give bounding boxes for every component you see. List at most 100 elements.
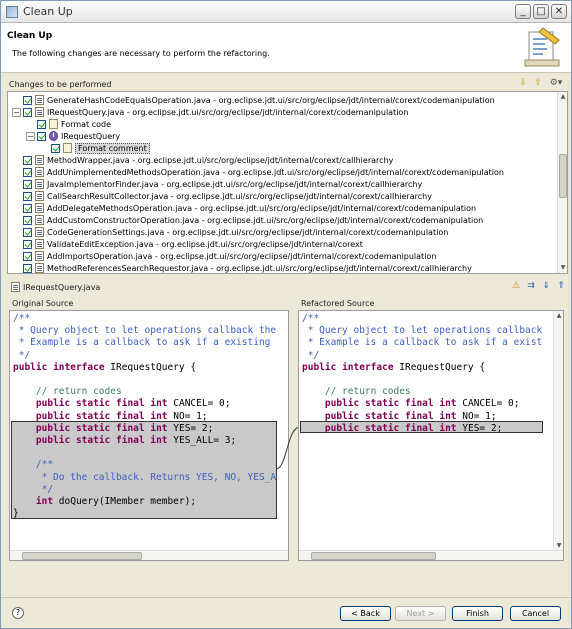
changes-section: Changes to be performed ⇩ ⇧ ⚙▾ [6, 77, 568, 91]
copy-left-to-right-icon[interactable]: ⇉ [526, 281, 536, 291]
original-source-pane[interactable]: /** * Query object to let operations cal… [9, 310, 289, 561]
tree-row-label: GenerateHashCodeEqualsOperation.java - o… [47, 95, 495, 105]
tree-row[interactable]: JavaImplementorFinder.java - org.eclipse… [12, 178, 422, 190]
next-change-icon[interactable]: ⇩ [518, 78, 528, 88]
tree-row[interactable]: AddCustomConstructorOperation.java - org… [12, 214, 483, 226]
tree-row[interactable]: Format comment [40, 142, 150, 154]
ancestor-pane-icon[interactable]: ⚠ [511, 281, 521, 291]
include-checkbox[interactable] [23, 155, 32, 165]
code-line: int doQuery(IMember member); [35, 496, 197, 508]
include-checkbox[interactable] [23, 167, 32, 177]
window-title: Clean Up [23, 5, 73, 18]
clean-up-dialog: Clean Up _ □ ✕ Clean Up The following ch… [0, 0, 572, 629]
tree-row[interactable]: MethodWrapper.java - org.eclipse.jdt.ui/… [12, 154, 393, 166]
java-file-icon [35, 203, 44, 213]
cancel-button[interactable]: Cancel [510, 606, 561, 621]
compare-file-name: IRequestQuery.java [23, 282, 101, 292]
java-file-icon [35, 155, 44, 165]
tree-row-label: Format comment [75, 142, 150, 154]
scroll-up-arrow-icon[interactable]: ▲ [558, 92, 567, 102]
help-icon[interactable]: ? [12, 607, 24, 619]
include-checkbox[interactable] [23, 263, 32, 273]
include-checkbox[interactable] [51, 143, 60, 153]
code-line: public static final int YES= 2; [35, 422, 214, 434]
include-checkbox[interactable] [23, 227, 32, 237]
finish-button[interactable]: Finish [452, 606, 503, 621]
code-line: // return codes [302, 386, 411, 398]
tree-row[interactable]: − I IRequestQuery [26, 130, 120, 142]
include-checkbox[interactable] [23, 251, 32, 261]
tree-row[interactable]: AddDelegateMethodsOperation.java - org.e… [12, 202, 476, 214]
maximize-button[interactable]: □ [533, 4, 549, 19]
java-file-icon [35, 191, 44, 201]
include-checkbox[interactable] [23, 239, 32, 249]
tree-row-label: Format code [61, 119, 112, 129]
collapse-toggle-icon[interactable]: − [12, 107, 21, 117]
java-file-icon [35, 107, 44, 117]
include-checkbox[interactable] [23, 215, 32, 225]
next-difference-icon[interactable]: ⇓ [541, 281, 551, 291]
code-line: public static final int CANCEL= 0; [35, 398, 231, 410]
include-checkbox[interactable] [37, 119, 46, 129]
code-line: public static final int YES_ALL= 3; [35, 435, 237, 447]
code-line: public static final int CANCEL= 0; [324, 398, 520, 410]
code-line: public static final int YES= 2; [324, 422, 503, 434]
tree-row[interactable]: AddImportsOperation.java - org.eclipse.j… [12, 250, 436, 262]
next-button[interactable]: Next > [395, 606, 446, 621]
previous-change-icon[interactable]: ⇧ [533, 78, 543, 88]
include-checkbox[interactable] [23, 179, 32, 189]
tree-row[interactable]: GenerateHashCodeEqualsOperation.java - o… [12, 94, 495, 106]
close-button[interactable]: ✕ [551, 4, 567, 19]
tree-row[interactable]: CodeGenerationSettings.java - org.eclips… [12, 226, 448, 238]
include-checkbox[interactable] [37, 131, 46, 141]
minimize-button[interactable]: _ [515, 4, 531, 19]
tree-row[interactable]: ValidateEditException.java - org.eclipse… [12, 238, 363, 250]
changes-tree[interactable]: GenerateHashCodeEqualsOperation.java - o… [7, 91, 568, 274]
code-line: public static final int NO= 1; [324, 410, 497, 422]
tree-row[interactable]: CallSearchResultCollector.java - org.ecl… [12, 190, 432, 202]
collapse-toggle-icon[interactable]: − [26, 131, 35, 141]
java-file-icon [35, 251, 44, 261]
scrollbar-thumb[interactable] [559, 154, 567, 198]
original-source-code: /** * Query object to let operations cal… [13, 313, 276, 520]
filter-menu-icon[interactable]: ⚙▾ [548, 78, 564, 88]
code-line: */ [302, 349, 320, 361]
tree-row-label: AddDelegateMethodsOperation.java - org.e… [47, 203, 477, 213]
code-line: * Example is a callback to ask if a exis… [13, 337, 271, 349]
tree-row-label: IRequestQuery [61, 131, 121, 141]
original-hscrollbar[interactable] [10, 550, 288, 560]
code-line: /** [302, 313, 320, 324]
compare-file-header: IRequestQuery.java ⚠ ⇉ ⇓ ⇑ [6, 280, 568, 294]
tree-row-label: AddImportsOperation.java - org.eclipse.j… [47, 251, 437, 261]
refactored-hscroll-thumb[interactable] [311, 552, 436, 560]
title-bar: Clean Up _ □ ✕ [1, 1, 571, 23]
refactored-vscrollbar[interactable]: ▲ ▼ [553, 311, 563, 551]
tree-row[interactable]: − IRequestQuery.java - org.eclipse.jdt.ui… [12, 106, 408, 118]
tree-row-label: ValidateEditException.java - org.eclipse… [47, 239, 363, 249]
previous-difference-icon[interactable]: ⇑ [556, 281, 566, 291]
code-line: /** [13, 313, 31, 324]
text-change-icon [63, 143, 72, 153]
tree-row[interactable]: MethodReferencesSearchRequestor.java - o… [12, 262, 472, 273]
refactored-source-pane[interactable]: /** * Query object to let operations cal… [298, 310, 564, 561]
include-checkbox[interactable] [23, 107, 32, 117]
tree-row-label: CodeGenerationSettings.java - org.eclips… [47, 227, 449, 237]
code-line: public interface IRequestQuery { [13, 361, 197, 373]
include-checkbox[interactable] [23, 95, 32, 105]
changes-tree-scrollbar[interactable]: ▲ ▼ [557, 92, 567, 273]
tree-row[interactable]: AddUnimplementedMethodsOperation.java - … [12, 166, 504, 178]
original-hscroll-thumb[interactable] [22, 552, 142, 560]
include-checkbox[interactable] [23, 191, 32, 201]
include-checkbox[interactable] [23, 203, 32, 213]
tree-row[interactable]: Format code [26, 118, 111, 130]
code-line: */ [13, 483, 54, 495]
java-file-icon [35, 239, 44, 249]
tree-row-label: CallSearchResultCollector.java - org.ecl… [47, 191, 432, 201]
scroll-down-arrow-icon[interactable]: ▼ [558, 263, 567, 273]
back-button[interactable]: < Back [340, 606, 391, 621]
scroll-up-arrow-icon[interactable]: ▲ [554, 311, 563, 321]
code-line: * Query object to let operations callbac… [13, 325, 277, 337]
refactored-hscrollbar[interactable] [299, 550, 563, 560]
